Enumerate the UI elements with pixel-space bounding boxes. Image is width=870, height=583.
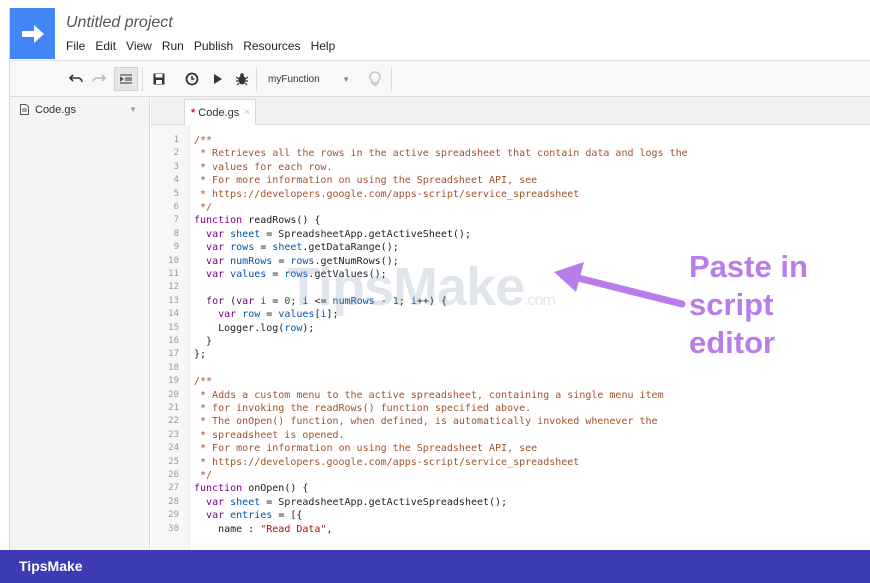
line-number: 3 [173, 161, 179, 172]
line-number: 18 [168, 362, 179, 373]
toolbar-separator [256, 67, 257, 91]
line-number: 22 [168, 416, 179, 427]
code-line[interactable]: /** [194, 375, 212, 388]
code-line[interactable]: Logger.log(row); [194, 322, 314, 335]
menu-publish[interactable]: Publish [194, 39, 233, 53]
tab-code-gs[interactable]: * Code.gs × [184, 99, 256, 125]
editor-tab-strip: * Code.gs × [151, 97, 870, 125]
arrow-left-icon [554, 262, 686, 308]
code-line[interactable]: * https://developers.google.com/apps-scr… [194, 188, 579, 201]
code-line[interactable]: function readRows() { [194, 214, 320, 227]
line-number: 20 [168, 389, 179, 400]
sidebar-file-code-gs[interactable]: Code.gs ▼ [10, 97, 149, 122]
project-title[interactable]: Untitled project [66, 14, 173, 32]
function-select[interactable]: myFunction ▼ [262, 67, 356, 91]
line-number: 19 [168, 376, 179, 387]
annotation-text: Paste in script editor [689, 248, 839, 362]
line-number: 21 [168, 403, 179, 413]
code-line[interactable]: name : "Read Data", [194, 523, 332, 536]
line-number: 28 [168, 496, 179, 507]
toolbar-separator [391, 67, 392, 91]
triggers-icon[interactable] [180, 67, 204, 91]
line-number: 24 [168, 443, 179, 454]
line-number: 9 [173, 242, 179, 253]
code-line[interactable]: function onOpen() { [194, 482, 308, 495]
line-number: 11 [168, 269, 179, 279]
code-line[interactable]: * spreadsheet is opened. [194, 429, 345, 442]
menu-resources[interactable]: Resources [243, 39, 300, 53]
arrow-right-icon [21, 24, 44, 43]
apps-script-logo[interactable] [10, 8, 55, 59]
file-sidebar: Code.gs ▼ [10, 97, 150, 550]
line-number: 4 [173, 175, 179, 186]
code-line[interactable]: var sheet = SpreadsheetApp.getActiveSpre… [194, 496, 507, 509]
save-icon[interactable] [147, 67, 171, 91]
menu-bar: File Edit View Run Publish Resources Hel… [66, 39, 345, 53]
line-number: 23 [168, 429, 179, 440]
line-number: 12 [168, 282, 179, 293]
chevron-down-icon: ▼ [342, 74, 350, 84]
line-number: 5 [173, 188, 179, 199]
footer-bar: TipsMake [0, 550, 870, 583]
line-number: 2 [173, 148, 179, 159]
line-number: 14 [168, 309, 179, 320]
indent-icon[interactable] [114, 67, 138, 91]
code-line[interactable]: var entries = [{ [194, 509, 302, 522]
menu-run[interactable]: Run [162, 39, 184, 53]
annotation-line-3: editor [689, 325, 776, 360]
code-line[interactable]: * https://developers.google.com/apps-scr… [194, 456, 579, 469]
function-select-value: myFunction [268, 73, 320, 85]
line-number: 25 [168, 456, 179, 467]
line-number: 29 [168, 510, 179, 521]
menu-help[interactable]: Help [311, 39, 336, 53]
close-icon[interactable]: × [244, 107, 250, 118]
watermark-logo: TipsMake.com [287, 257, 556, 317]
code-line[interactable]: /** [194, 134, 212, 147]
menu-view[interactable]: View [126, 39, 152, 53]
code-line[interactable]: */ [194, 201, 212, 214]
line-number: 6 [173, 202, 179, 212]
chevron-down-icon[interactable]: ▼ [129, 105, 137, 114]
undo-icon[interactable] [64, 67, 88, 91]
modified-marker: * [191, 106, 196, 119]
line-number: 16 [168, 336, 179, 346]
lightbulb-icon[interactable] [363, 67, 387, 91]
line-number: 1 [173, 135, 179, 145]
toolbar-separator [142, 67, 143, 91]
code-line[interactable]: * For more information on using the Spre… [194, 174, 537, 187]
line-number: 17 [168, 349, 179, 360]
code-line[interactable]: * values for each row. [194, 161, 332, 174]
line-number: 27 [168, 483, 179, 494]
line-number: 8 [173, 228, 179, 239]
footer-brand: TipsMake [19, 558, 83, 574]
toolbar: myFunction ▼ [10, 60, 870, 97]
tab-label: Code.gs [198, 106, 240, 119]
code-line[interactable]: var rows = sheet.getDataRange(); [194, 241, 399, 254]
line-number: 30 [168, 523, 179, 534]
sidebar-file-label: Code.gs [35, 103, 76, 116]
code-line[interactable]: * For more information on using the Spre… [194, 442, 537, 455]
run-icon[interactable] [206, 67, 230, 91]
code-line[interactable]: * The onOpen() function, when defined, i… [194, 415, 658, 428]
debug-icon[interactable] [230, 67, 254, 91]
annotation-line-2: script [689, 287, 774, 322]
line-number: 7 [173, 215, 179, 226]
line-number: 15 [168, 322, 179, 333]
redo-icon[interactable] [87, 67, 111, 91]
code-line[interactable]: * Adds a custom menu to the active sprea… [194, 389, 664, 402]
menu-file[interactable]: File [66, 39, 85, 53]
code-line[interactable]: }; [194, 348, 206, 361]
menu-edit[interactable]: Edit [95, 39, 116, 53]
code-line[interactable]: } [194, 335, 212, 348]
code-line[interactable]: * for invoking the readRows() function s… [194, 402, 531, 415]
line-number: 26 [168, 470, 179, 480]
code-line[interactable]: */ [194, 469, 212, 482]
line-number: 10 [168, 255, 179, 266]
code-line[interactable]: var sheet = SpreadsheetApp.getActiveShee… [194, 228, 471, 241]
annotation-line-1: Paste in [689, 249, 808, 284]
file-icon [20, 104, 29, 115]
line-number: 13 [168, 295, 179, 306]
code-line[interactable]: * Retrieves all the rows in the active s… [194, 147, 688, 160]
